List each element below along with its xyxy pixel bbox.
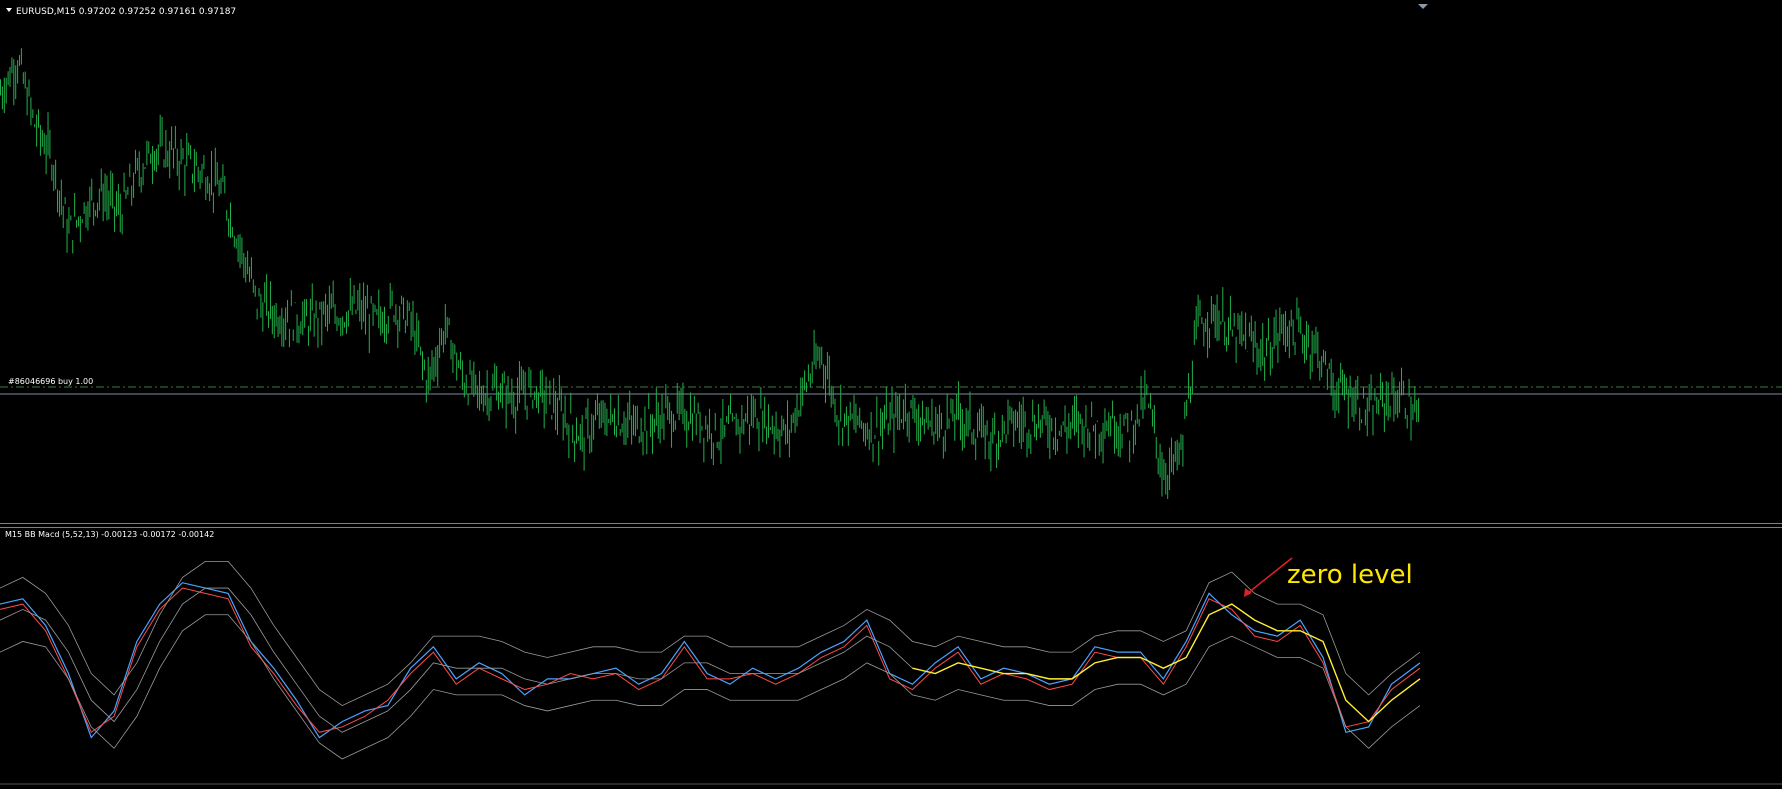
order-label: #86046696 buy 1.00 [8,377,93,386]
zero-level-annotation: zero level [1287,560,1413,590]
indicator-header-text: M15 BB Macd (5,52,13) -0.00123 -0.00172 … [5,530,214,539]
main-price-panel[interactable]: EURUSD,M15 0.97202 0.97252 0.97161 0.971… [0,0,1782,528]
trading-chart-window[interactable]: EURUSD,M15 0.97202 0.97252 0.97161 0.971… [0,0,1782,785]
macd-indicator-panel[interactable]: M15 BB Macd (5,52,13) -0.00123 -0.00172 … [0,528,1782,785]
main-panel-background [0,0,1782,523]
main-header-text: EURUSD,M15 0.97202 0.97252 0.97161 0.971… [16,7,236,17]
indicator-panel-background [0,528,1782,785]
